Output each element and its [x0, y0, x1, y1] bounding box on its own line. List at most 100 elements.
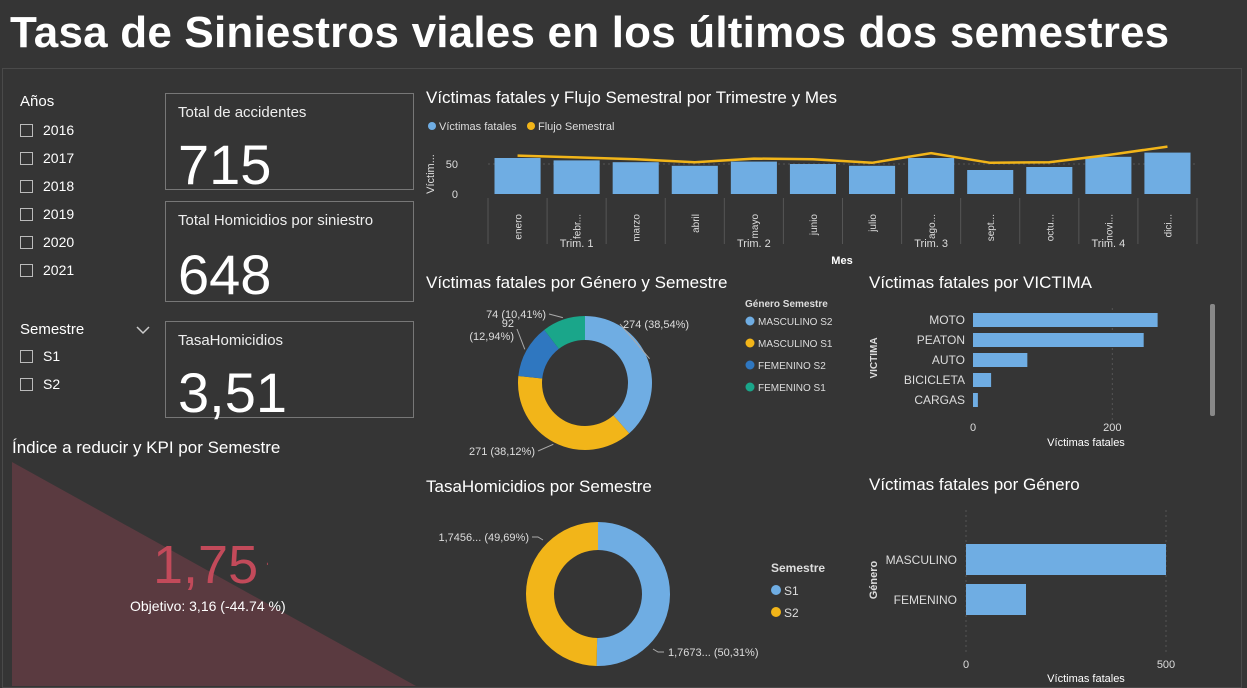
y-axis-label: VICTIMA: [869, 337, 880, 378]
bar-victimas[interactable]: [553, 160, 600, 194]
x-tick-label: novi...: [1104, 214, 1115, 241]
legend-dot-victimas: [428, 122, 436, 130]
card-value: 3,51: [178, 361, 287, 424]
checkbox[interactable]: [20, 349, 33, 363]
bar[interactable]: [966, 584, 1026, 615]
tasa-semestre-chart: 1,7673... (50,31%) 1,7456... (49,69%) Seme…: [438, 522, 825, 666]
bar-victimas[interactable]: [1085, 156, 1132, 194]
donut-slice[interactable]: [596, 522, 671, 666]
kpi-title: Índice a reducir y KPI por Semestre: [12, 438, 281, 457]
donut-slice[interactable]: [585, 316, 652, 434]
card-label: Total Homicidios por siniestro: [178, 212, 374, 229]
line-flujo-semestral[interactable]: [517, 145, 1168, 165]
leader-line: [537, 443, 554, 452]
data-label: 74 (10,41%): [486, 309, 546, 321]
bar-victimas[interactable]: [730, 161, 777, 194]
card-tasa-homicidios: TasaHomicidios 3,51: [165, 321, 414, 424]
checkbox[interactable]: [20, 123, 33, 137]
year-option-2019[interactable]: 2019: [20, 200, 160, 228]
semester-option-s2[interactable]: S2: [20, 370, 150, 398]
y-tick-label: 50: [446, 159, 458, 171]
bar[interactable]: [973, 313, 1158, 327]
donut-slice[interactable]: [526, 522, 598, 666]
bar-victimas[interactable]: [789, 164, 837, 194]
leader-line: [652, 648, 664, 653]
y-tick-label: 0: [452, 189, 458, 201]
x-tick-label: 500: [1157, 659, 1175, 671]
leader-line: [516, 328, 526, 350]
year-option-2016[interactable]: 2016: [20, 116, 160, 144]
bar-victimas[interactable]: [1144, 152, 1191, 194]
bar-victimas[interactable]: [671, 165, 718, 194]
years-slicer: Años 2016 2017 2018 2019 2020 2021: [20, 93, 160, 284]
card-total-accidentes: Total de accidentes 715: [165, 93, 414, 196]
legend-dot: [771, 585, 781, 595]
x-tick-label: ago...: [927, 214, 938, 239]
victima-chart: VICTIMA 0 200 MOTO PEATON AUTO BICICLETA CARGAS…: [869, 304, 1215, 449]
data-label: 274 (38,54%): [623, 319, 689, 331]
slicer-label: 2018: [43, 178, 75, 194]
years-slicer-title: Años: [20, 93, 55, 110]
year-option-2017[interactable]: 2017: [20, 144, 160, 172]
category-label: CARGAS: [914, 393, 965, 407]
x-axis-label: Mes: [831, 255, 852, 267]
checkbox[interactable]: [20, 179, 33, 193]
category-label: BICICLETA: [904, 373, 965, 387]
year-option-2018[interactable]: 2018: [20, 172, 160, 200]
card-label: Total de accidentes: [178, 104, 307, 121]
donut-slice[interactable]: [518, 376, 630, 450]
legend-label: FEMENINO S2: [758, 361, 826, 372]
legend-label: Víctimas fatales: [439, 121, 517, 133]
data-label: (12,94%): [469, 331, 514, 343]
x-tick-label: 0: [963, 659, 969, 671]
year-option-2021[interactable]: 2021: [20, 256, 160, 284]
slicer-label: 2016: [43, 122, 75, 138]
x-tick-label: febr...: [573, 214, 584, 239]
card-value: 648: [178, 243, 272, 306]
bar[interactable]: [966, 544, 1166, 575]
monthly-chart: Víctimas fatales Flujo Semestral Víctim...…: [425, 121, 1198, 267]
category-label: FEMENINO: [894, 593, 957, 607]
y-axis-label: Víctim...: [425, 154, 437, 194]
x-tick-label: julio: [868, 214, 879, 233]
scrollbar[interactable]: [1210, 304, 1215, 416]
slicer-label: S2: [43, 376, 61, 392]
kpi-value: 1,75: [153, 535, 259, 595]
quarter-label: Trim. 4: [1091, 238, 1125, 250]
legend-dot: [745, 360, 755, 370]
bar[interactable]: [973, 333, 1144, 347]
x-axis-label: Víctimas fatales: [1047, 437, 1125, 449]
checkbox[interactable]: [20, 377, 33, 391]
bar-victimas[interactable]: [1026, 167, 1073, 194]
legend-title: Semestre: [771, 561, 825, 575]
bar-victimas[interactable]: [967, 170, 1014, 194]
slicer-label: 2019: [43, 206, 75, 222]
semester-option-s1[interactable]: S1: [20, 342, 150, 370]
bar[interactable]: [973, 373, 992, 387]
bar[interactable]: [973, 393, 978, 407]
legend-dot: [745, 382, 755, 392]
semester-slicer: Semestre S1 S2: [20, 321, 150, 398]
year-option-2020[interactable]: 2020: [20, 228, 160, 256]
x-tick-label: 200: [1103, 422, 1121, 434]
category-label: AUTO: [932, 353, 965, 367]
checkbox[interactable]: [20, 235, 33, 249]
chevron-down-icon[interactable]: [136, 325, 150, 335]
kpi-target: Objetivo: 3,16 (-44.74 %): [130, 598, 286, 614]
legend-dot-flujo: [527, 122, 535, 130]
legend-label: Flujo Semestral: [538, 121, 614, 133]
leader-line: [532, 536, 544, 541]
bar-victimas[interactable]: [612, 162, 659, 194]
checkbox[interactable]: [20, 151, 33, 165]
bar-victimas[interactable]: [848, 165, 896, 194]
x-axis-label: Víctimas fatales: [1047, 673, 1125, 685]
slicer-label: 2020: [43, 234, 75, 250]
page-title: Tasa de Siniestros viales en los últimos…: [10, 8, 1170, 57]
bar-victimas[interactable]: [494, 158, 541, 194]
checkbox[interactable]: [20, 263, 33, 277]
data-label: 271 (38,12%): [469, 446, 535, 458]
checkbox[interactable]: [20, 207, 33, 221]
bar[interactable]: [973, 353, 1028, 367]
x-tick-label: octu...: [1045, 214, 1056, 241]
bar-victimas[interactable]: [908, 158, 955, 194]
